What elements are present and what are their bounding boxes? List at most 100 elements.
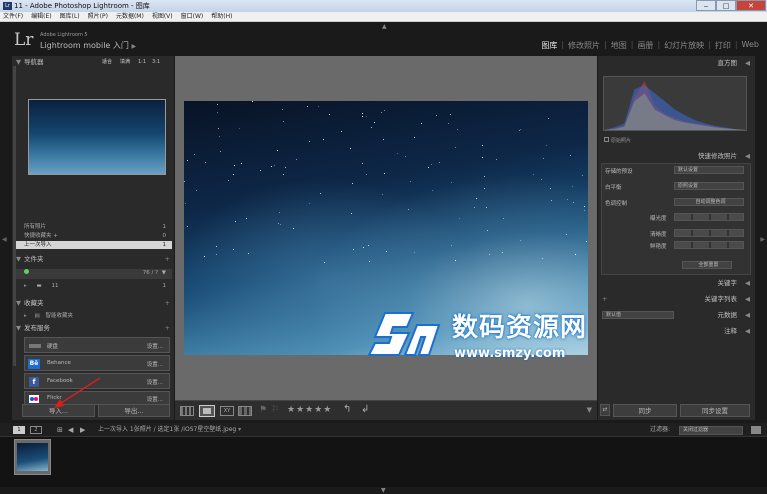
loupe-view-icon[interactable]	[199, 405, 215, 417]
top-panel-toggle-icon[interactable]: ▲	[382, 23, 387, 30]
collections-header[interactable]: ▼ 收藏夹 +	[12, 299, 174, 308]
folder-item[interactable]: ▸ ▬ 11 1	[14, 282, 172, 290]
clarity-stepper[interactable]	[674, 229, 744, 237]
add-icon[interactable]: +	[165, 299, 170, 308]
volume-row[interactable]: 76 / ? ▼	[14, 269, 172, 279]
catalog-item[interactable]: 所有照片 1	[14, 223, 172, 231]
reject-flag-icon[interactable]: ⚐	[271, 405, 279, 415]
module-tab[interactable]: 修改照片	[568, 40, 600, 51]
saved-preset-select[interactable]: 默认设置	[674, 166, 744, 174]
rotate-left-icon[interactable]: ↰	[343, 404, 351, 415]
module-tab[interactable]: 画册	[637, 40, 653, 51]
white-balance-label: 白平衡	[605, 185, 622, 191]
module-tab[interactable]: 地图	[611, 40, 627, 51]
exposure-stepper[interactable]	[674, 213, 744, 221]
minimize-button[interactable]: ‒	[696, 0, 716, 11]
service-setup[interactable]: 设置...	[147, 395, 163, 403]
metadata-header[interactable]: 默认值 元数据 ◀	[598, 311, 755, 320]
menu-item[interactable]: 文件(F)	[3, 12, 23, 21]
original-photo-toggle[interactable]: 原始照片	[604, 137, 631, 144]
menu-item[interactable]: 视图(V)	[152, 12, 173, 21]
secondary-window-button[interactable]: 2	[30, 426, 42, 434]
module-tab[interactable]: 打印	[715, 40, 731, 51]
collection-label: 智能收藏夹	[45, 313, 73, 319]
zoom-1-1[interactable]: 1:1	[138, 58, 146, 67]
collection-item[interactable]: ▸ ▤ 智能收藏夹	[14, 312, 172, 320]
maximize-button[interactable]: □	[716, 0, 736, 11]
zoom-3-1[interactable]: 3:1	[152, 58, 160, 67]
menu-item[interactable]: 窗口(W)	[181, 12, 204, 21]
mobile-start-label: Lightroom mobile 入门	[40, 41, 129, 50]
close-button[interactable]: ✕	[736, 0, 766, 11]
main-window-button[interactable]: 1	[13, 426, 25, 434]
module-tab[interactable]: 幻灯片放映	[664, 40, 704, 51]
menu-item[interactable]: 图库(L)	[60, 12, 80, 21]
sync-toggle[interactable]: ⇄	[600, 404, 610, 416]
right-panel-toggle-icon[interactable]: ▶	[760, 236, 765, 243]
menu-item[interactable]: 编辑(E)	[31, 12, 51, 21]
grid-view-icon[interactable]	[180, 406, 194, 416]
grid-icon[interactable]: ⊞	[57, 423, 63, 437]
menu-item[interactable]: 照片(P)	[88, 12, 108, 21]
left-panel-scrollbar[interactable]	[13, 66, 16, 366]
catalog-item-selected[interactable]: 上一次导入 1	[14, 241, 172, 249]
publish-service-harddrive[interactable]: 硬盘 设置...	[24, 337, 170, 353]
bottom-panel-toggle-icon[interactable]: ▼	[381, 487, 386, 494]
metadata-preset-select[interactable]: 默认值	[602, 311, 674, 319]
service-setup[interactable]: 设置...	[147, 342, 163, 350]
menu-item[interactable]: 帮助(H)	[211, 12, 232, 21]
publish-service-behance[interactable]: Bē Behance 设置...	[24, 355, 170, 371]
mobile-start-link[interactable]: Lightroom mobile 入门 ▶	[40, 40, 136, 51]
menu-item[interactable]: 元数据(M)	[116, 12, 144, 21]
star-rating[interactable]: ★★★★★	[287, 405, 332, 415]
star-dot	[186, 160, 188, 162]
auto-tone-button[interactable]: 自动调整色调	[674, 198, 744, 206]
filmstrip-thumbnail[interactable]	[14, 439, 51, 475]
quick-develop-header[interactable]: 快速修改照片 ◀	[598, 152, 755, 161]
filter-lock-icon[interactable]	[751, 426, 761, 434]
star-dot	[481, 145, 483, 147]
module-tab[interactable]: Web	[742, 40, 759, 51]
add-icon[interactable]: +	[165, 324, 170, 333]
lightroom-logo: Lr	[14, 30, 34, 50]
zoom-fill[interactable]: 填满	[120, 58, 130, 67]
pick-flag-icon[interactable]: ⚑	[259, 405, 267, 415]
publish-header[interactable]: ▼ 发布服务 +	[12, 324, 174, 333]
source-breadcrumb[interactable]: 上一次导入 1张照片 / 选定1张 /iOS7星空壁纸.jpeg ▾	[98, 423, 241, 437]
export-button[interactable]: 导出...	[98, 404, 170, 417]
flickr-icon	[29, 395, 39, 403]
forward-arrow-icon[interactable]: ▶	[80, 423, 85, 437]
navigator-preview[interactable]	[28, 99, 166, 175]
compare-view-icon[interactable]: XY	[220, 406, 234, 416]
left-panel-toggle-icon[interactable]: ◀	[2, 236, 7, 243]
filter-select[interactable]: 关闭过滤器	[679, 426, 743, 435]
catalog-item[interactable]: 快捷收藏夹 + 0	[14, 232, 172, 240]
keywording-header[interactable]: 关键字 ◀	[598, 279, 755, 288]
add-icon[interactable]: +	[165, 255, 170, 264]
white-balance-select[interactable]: 原照设置	[674, 182, 744, 190]
window-title: 11 - Adobe Photoshop Lightroom - 图库	[14, 2, 150, 10]
rotate-right-icon[interactable]: ↲	[361, 404, 369, 415]
vibrance-stepper[interactable]	[674, 241, 744, 249]
navigator-header[interactable]: ▼ 导航器 适合 填满 1:1 3:1	[12, 58, 174, 67]
comments-header[interactable]: 注释 ◀	[598, 327, 755, 336]
reset-all-button[interactable]: 全部重置	[682, 261, 732, 269]
star-dot	[397, 152, 399, 154]
survey-view-icon[interactable]	[238, 406, 252, 416]
zoom-fit[interactable]: 适合	[102, 58, 112, 67]
keyword-list-header[interactable]: + 关键字列表 ◀	[598, 295, 755, 304]
volume-menu-icon[interactable]: ▼	[162, 269, 166, 277]
star-dot	[234, 165, 236, 167]
service-setup[interactable]: 设置...	[147, 378, 163, 386]
sync-settings-button[interactable]: 同步设置	[680, 404, 750, 417]
histogram-header[interactable]: 直方图 ◀	[598, 59, 755, 68]
add-icon[interactable]: +	[602, 295, 607, 304]
sync-button[interactable]: 同步	[613, 404, 677, 417]
quick-develop-body: 存储的预设 默认设置 白平衡 原照设置 色调控制 自动调整色调 曝光度 清晰度 …	[601, 163, 751, 275]
back-arrow-icon[interactable]: ◀	[68, 423, 73, 437]
toolbar-menu-icon[interactable]: ▼	[587, 406, 592, 414]
folders-header[interactable]: ▼ 文件夹 +	[12, 255, 174, 264]
star-dot	[278, 211, 280, 213]
module-tab[interactable]: 图库	[541, 40, 557, 51]
service-setup[interactable]: 设置...	[147, 360, 163, 368]
